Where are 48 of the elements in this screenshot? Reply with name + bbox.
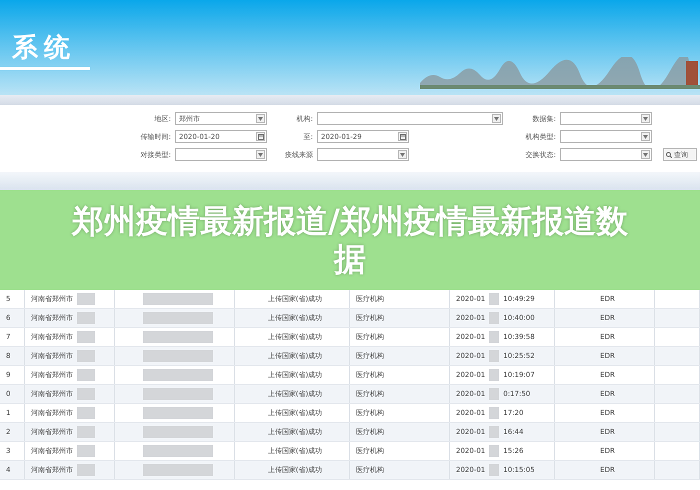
redaction-block	[142, 312, 212, 324]
redaction-block	[142, 369, 212, 381]
select-field[interactable]	[560, 112, 652, 125]
redaction-block	[489, 350, 500, 362]
select-field[interactable]	[317, 112, 503, 125]
calendar-icon[interactable]	[256, 132, 265, 141]
redaction-block	[77, 350, 95, 362]
redaction-block	[77, 445, 95, 457]
calendar-icon[interactable]	[398, 132, 407, 141]
redaction-block	[77, 464, 95, 476]
dropdown-caret-icon[interactable]	[641, 132, 650, 141]
system-title: 系统	[0, 30, 90, 70]
redaction-block	[489, 407, 500, 419]
redaction-block	[489, 426, 500, 438]
redaction-block	[142, 407, 212, 419]
dropdown-caret-icon[interactable]	[492, 114, 501, 123]
redaction-block	[489, 331, 500, 343]
redaction-block	[489, 445, 500, 457]
redaction-block	[489, 293, 500, 305]
select-field[interactable]	[317, 148, 409, 161]
dropdown-caret-icon[interactable]	[256, 114, 265, 123]
redaction-block	[77, 312, 95, 324]
redaction-block	[489, 312, 500, 324]
redaction-block	[142, 293, 212, 305]
redaction-block	[142, 426, 212, 438]
select-field[interactable]	[560, 130, 652, 143]
redaction-block	[77, 369, 95, 381]
redaction-block	[77, 293, 95, 305]
redaction-block	[77, 388, 95, 400]
redaction-block	[142, 464, 212, 476]
redaction-block	[142, 331, 212, 343]
overlay-title: 郑州疫情最新报道/郑州疫情最新报道数据	[70, 202, 629, 278]
redaction-block	[489, 369, 500, 381]
redaction-block	[77, 331, 95, 343]
redaction-block	[77, 407, 95, 419]
dropdown-caret-icon[interactable]	[641, 150, 650, 159]
select-field[interactable]	[560, 148, 652, 161]
select-field[interactable]	[175, 148, 267, 161]
redaction-block	[142, 350, 212, 362]
dropdown-caret-icon[interactable]	[398, 150, 407, 159]
redaction-block	[77, 426, 95, 438]
dropdown-caret-icon[interactable]	[641, 114, 650, 123]
redaction-block	[489, 388, 500, 400]
dropdown-caret-icon[interactable]	[256, 150, 265, 159]
redaction-block	[142, 445, 212, 457]
redaction-block	[142, 388, 212, 400]
redaction-block	[489, 464, 500, 476]
search-icon	[666, 152, 672, 158]
